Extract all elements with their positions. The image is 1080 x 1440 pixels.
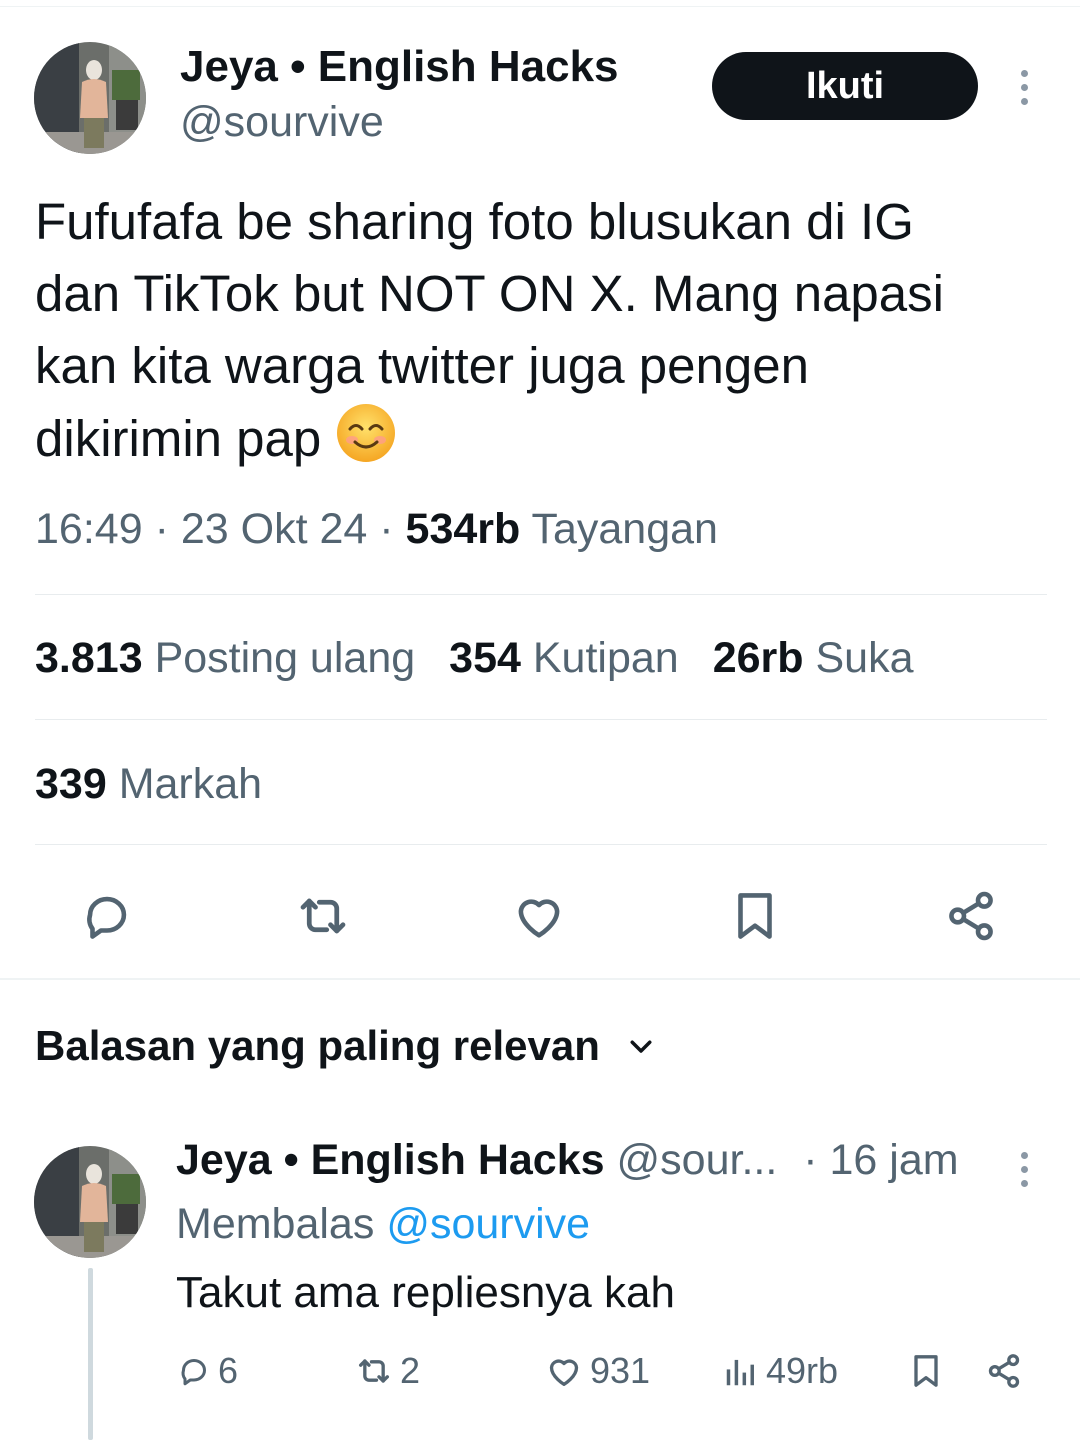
bookmark-icon[interactable] bbox=[725, 886, 785, 946]
reply-bookmark-button[interactable] bbox=[906, 1348, 946, 1394]
meta-separator: · bbox=[154, 505, 169, 553]
bookmarks-stat[interactable]: 339 Markah bbox=[35, 760, 262, 809]
reposts-count: 3.813 bbox=[35, 634, 143, 682]
reposts-stat[interactable]: 3.813 Posting ulang bbox=[35, 634, 415, 683]
reply-like-count: 931 bbox=[590, 1350, 651, 1391]
reposts-label: Posting ulang bbox=[154, 634, 416, 682]
views-icon bbox=[726, 1359, 754, 1386]
bookmarks-count: 339 bbox=[35, 760, 107, 808]
replying-to-handle[interactable]: @sourvive bbox=[386, 1200, 590, 1248]
tweet-time[interactable]: 16:49 bbox=[35, 505, 143, 553]
reply-author-avatar[interactable] bbox=[34, 1146, 146, 1258]
chevron-down-icon bbox=[630, 1040, 652, 1053]
reply-reply-button[interactable]: 6 bbox=[176, 1348, 238, 1394]
share-icon[interactable] bbox=[941, 886, 1001, 946]
engagement-stats: 3.813 Posting ulang 354 Kutipan 26rb Suk… bbox=[35, 634, 914, 683]
likes-count: 26rb bbox=[712, 634, 804, 682]
top-border bbox=[0, 0, 1080, 7]
author-avatar[interactable] bbox=[34, 42, 146, 154]
more-options-icon[interactable] bbox=[1014, 70, 1034, 105]
reply-reply-count: 6 bbox=[218, 1350, 239, 1391]
tweet-meta: 16:49 · 23 Okt 24 · 534rb Tayangan bbox=[35, 505, 718, 554]
quotes-count: 354 bbox=[449, 634, 521, 682]
tweet-text-line: Fufufafa be sharing foto blusukan di IG bbox=[35, 193, 914, 250]
tweet-date[interactable]: 23 Okt 24 bbox=[181, 505, 367, 553]
divider bbox=[35, 719, 1047, 720]
bookmark-icon bbox=[914, 1355, 938, 1387]
tweet-text-line: dan TikTok but NOT ON X. Mang napasi bbox=[35, 265, 944, 322]
tweet-text-line: dikirimin pap bbox=[35, 402, 1055, 483]
divider bbox=[35, 844, 1047, 845]
follow-button[interactable]: Ikuti bbox=[712, 52, 978, 120]
reply-author-name[interactable]: Jeya • English Hacks bbox=[176, 1136, 605, 1184]
repost-icon[interactable] bbox=[293, 886, 353, 946]
views-count: 534rb bbox=[405, 505, 521, 553]
reply-view-count: 49rb bbox=[766, 1350, 839, 1391]
bookmark-stats: 339 Markah bbox=[35, 760, 262, 809]
like-icon[interactable] bbox=[509, 886, 569, 946]
author-handle[interactable]: @sourvive bbox=[180, 98, 384, 147]
reply-author-handle[interactable]: @sour... bbox=[617, 1136, 778, 1184]
reply-text: Takut ama repliesnya kah bbox=[176, 1268, 675, 1317]
views-label: Tayangan bbox=[531, 505, 718, 553]
tweet-text-line-end: dikirimin pap bbox=[35, 410, 322, 467]
tweet-text-line: kan kita warga twitter juga pengen bbox=[35, 337, 809, 394]
author-name[interactable]: Jeya • English Hacks bbox=[180, 42, 619, 92]
divider bbox=[35, 594, 1047, 595]
likes-label: Suka bbox=[815, 634, 914, 682]
reply-time[interactable]: · 16 jam bbox=[803, 1136, 958, 1184]
reply-icon[interactable] bbox=[77, 886, 137, 946]
reply-like-button[interactable]: 931 bbox=[544, 1348, 650, 1394]
like-icon bbox=[549, 1359, 579, 1386]
bookmarks-label: Markah bbox=[118, 760, 263, 808]
reply-repost-count: 2 bbox=[400, 1350, 421, 1391]
repost-icon bbox=[359, 1359, 389, 1383]
smiling-face-emoji-icon bbox=[335, 402, 397, 483]
replying-label: Membalas bbox=[176, 1200, 375, 1248]
quotes-stat[interactable]: 354 Kutipan bbox=[449, 634, 679, 683]
reply-share-button[interactable] bbox=[984, 1348, 1024, 1394]
reply-more-options-icon[interactable] bbox=[1014, 1152, 1034, 1187]
reply-icon bbox=[181, 1359, 206, 1386]
replying-to: Membalas @sourvive bbox=[176, 1200, 590, 1249]
thread-line bbox=[88, 1268, 93, 1440]
reply-repost-button[interactable]: 2 bbox=[354, 1348, 420, 1394]
tweet-text: Fufufafa be sharing foto blusukan di IG … bbox=[35, 186, 1055, 483]
likes-stat[interactable]: 26rb Suka bbox=[713, 634, 914, 683]
quotes-label: Kutipan bbox=[532, 634, 679, 682]
meta-separator: · bbox=[379, 505, 394, 553]
replies-sort-dropdown[interactable]: Balasan yang paling relevan bbox=[35, 1022, 656, 1070]
replies-sort-label: Balasan yang paling relevan bbox=[35, 1022, 600, 1069]
reply-views-button[interactable]: 49rb bbox=[722, 1348, 838, 1394]
share-icon bbox=[988, 1354, 1020, 1388]
reply-header: Jeya • English Hacks @sour... · 16 jam bbox=[176, 1136, 959, 1185]
section-separator bbox=[0, 978, 1080, 980]
